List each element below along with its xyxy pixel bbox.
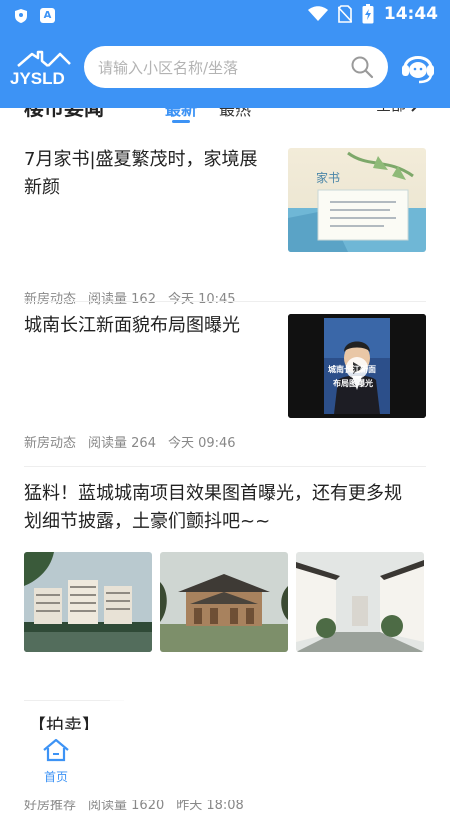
article-image[interactable]: [160, 552, 288, 652]
article-image[interactable]: [24, 552, 152, 652]
article-meta: 新房动态 阅读量 264 今天 09:46: [24, 432, 236, 451]
divider: [24, 466, 426, 467]
article-item[interactable]: 猛料！蓝城城南项目效果图首曝光，还有更多规划细节披露，土豪们颤抖吧~~ 好房推荐…: [24, 480, 426, 813]
home-icon: [43, 738, 69, 762]
article-title[interactable]: 猛料！蓝城城南项目效果图首曝光，还有更多规划细节披露，土豪们颤抖吧~~: [24, 480, 419, 536]
article-item[interactable]: 7月家书|盛夏繁茂时，家境展新颜 家书 新房动态 阅读量 162 今天 10:4…: [24, 146, 426, 307]
status-bar: A 14:44: [0, 0, 450, 32]
search-icon[interactable]: [350, 55, 374, 79]
article-title[interactable]: 城南长江新面貌布局图曝光: [24, 312, 274, 340]
nav-home[interactable]: 首页: [36, 738, 76, 785]
app-logo[interactable]: JYSLD: [8, 46, 74, 90]
wifi-icon: [307, 6, 328, 21]
article-source: 新房动态: [24, 436, 77, 451]
svg-text:家书: 家书: [316, 170, 340, 185]
svg-text:布局图曝光: 布局图曝光: [332, 378, 373, 388]
search-input[interactable]: 请输入小区名称/坐落: [98, 57, 238, 78]
nav-home-label: 首页: [43, 770, 68, 784]
divider: [24, 301, 426, 302]
customer-service-icon[interactable]: [398, 46, 438, 86]
article-meta: 新房动态 阅读量 162 今天 10:45: [24, 288, 236, 307]
divider: [24, 700, 124, 701]
article-image-grid: [24, 552, 424, 652]
search-bar[interactable]: 请输入小区名称/坐落: [84, 46, 388, 88]
article-thumbnail[interactable]: 家书: [288, 148, 426, 252]
bottom-nav: 首页: [0, 730, 450, 800]
article-source: 新房动态: [24, 292, 77, 307]
article-time: 今天 09:46: [167, 436, 236, 451]
article-time: 今天 10:45: [167, 292, 236, 307]
article-image[interactable]: [296, 552, 424, 652]
no-sim-icon: [337, 5, 352, 23]
app-notification-icon: A: [40, 8, 55, 23]
clock: 14:44: [383, 4, 438, 24]
article-reads: 阅读量 162: [88, 292, 156, 307]
shield-icon: [15, 9, 27, 23]
svg-text:城南长江新面: 城南长江新面: [328, 364, 376, 374]
svg-text:JYSLD: JYSLD: [10, 69, 65, 88]
tab-indicator: [172, 120, 190, 123]
video-thumbnail[interactable]: 城南长江新面 布局图曝光: [288, 314, 426, 418]
app-header: A 14:44 JYSLD 请输入小区名称/坐落: [0, 0, 450, 108]
article-item[interactable]: 城南长江新面貌布局图曝光 城南长江新面 布局图曝光 新房动态 阅读量 264 今…: [24, 312, 426, 452]
battery-charging-icon: [362, 4, 374, 24]
article-reads: 阅读量 264: [88, 436, 156, 451]
article-title[interactable]: 7月家书|盛夏繁茂时，家境展新颜: [24, 146, 274, 202]
